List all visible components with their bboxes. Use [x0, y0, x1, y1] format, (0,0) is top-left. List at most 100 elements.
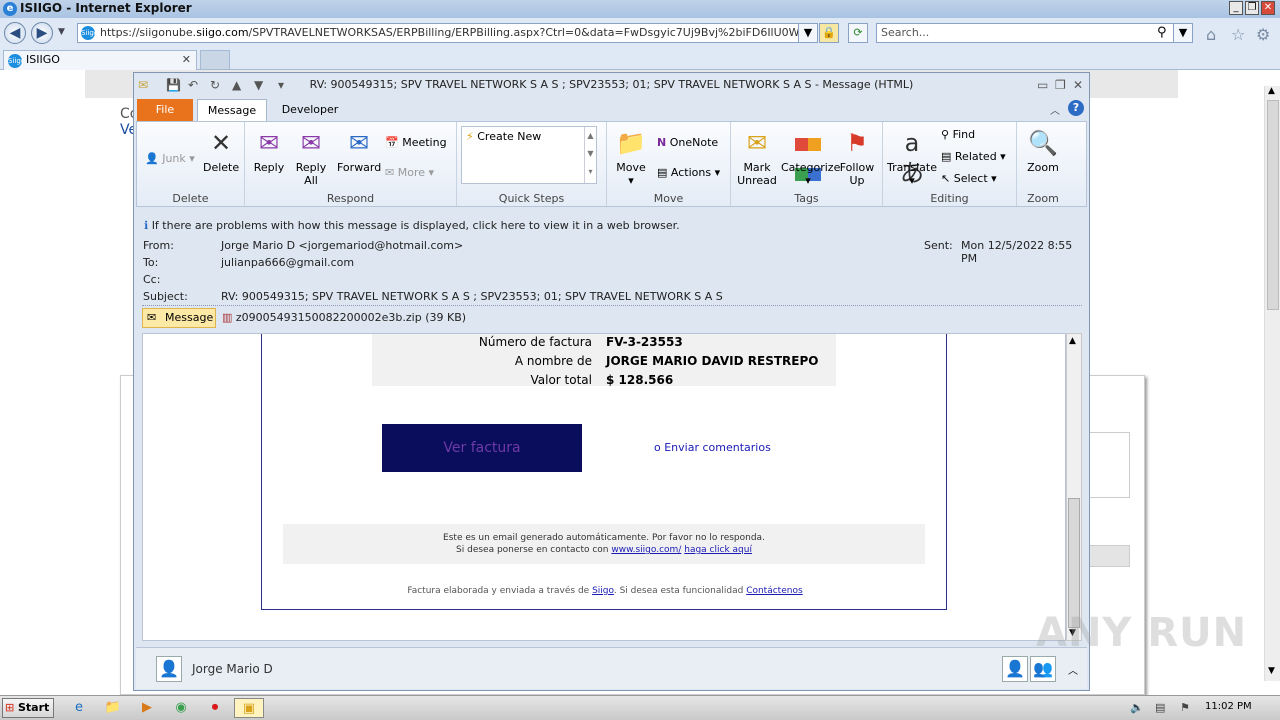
- ie-title-bar: e ISIIGO - Internet Explorer _ ❐ ✕: [0, 0, 1280, 18]
- ie-vertical-scrollbar[interactable]: ▲ ▼: [1264, 86, 1280, 681]
- help-icon[interactable]: ?: [1068, 100, 1084, 116]
- siigo-link[interactable]: Siigo: [592, 586, 614, 596]
- sent-value: Mon 12/5/2022 8:55 PM: [961, 239, 1073, 265]
- favorites-star-icon[interactable]: ☆: [1231, 25, 1245, 44]
- onenote-button[interactable]: N OneNote: [657, 136, 718, 150]
- expand-people-pane-icon[interactable]: ︿: [1068, 662, 1078, 677]
- message-view-button[interactable]: ✉ Message: [142, 308, 216, 328]
- forward-icon: ✉: [348, 129, 370, 157]
- body-scroll-up-icon[interactable]: ▲: [1069, 336, 1076, 346]
- contactenos-link[interactable]: Contáctenos: [746, 586, 802, 596]
- network-icon[interactable]: ▤: [1155, 701, 1165, 714]
- attachment-zip[interactable]: ▥ z09005493150082200002e3b.zip (39 KB): [222, 311, 466, 324]
- tab-isiigo[interactable]: Siigo ISIIGO ✕: [3, 50, 197, 70]
- restore-icon[interactable]: ❐: [1245, 1, 1259, 15]
- minimize-ribbon-icon[interactable]: ︿: [1050, 102, 1060, 117]
- siigo-site-link[interactable]: www.siigo.com/: [611, 545, 681, 555]
- meeting-icon: 📅: [385, 136, 399, 149]
- outlook-taskbar-icon[interactable]: ▣: [234, 698, 264, 718]
- body-scroll-thumb[interactable]: [1068, 498, 1080, 628]
- subject-label: Subject:: [143, 290, 188, 303]
- history-dropdown-icon[interactable]: ▼: [58, 27, 65, 37]
- ie-taskbar-icon[interactable]: e: [64, 698, 94, 718]
- start-button[interactable]: ⊞ Start: [2, 698, 54, 718]
- contact-avatar-icon[interactable]: 👤: [1002, 656, 1028, 682]
- group-editing: aあ Translate ▾ ⚲ Find ▤ Related ▾ ↖ Selec…: [883, 122, 1017, 206]
- back-icon[interactable]: ◀: [4, 22, 26, 44]
- contacts-avatar-icon[interactable]: 👥: [1030, 656, 1056, 682]
- find-button[interactable]: ⚲ Find: [941, 128, 975, 142]
- group-respond-label: Respond: [326, 192, 375, 205]
- lock-icon[interactable]: 🔒: [819, 23, 839, 43]
- ver-factura-button[interactable]: Ver factura: [382, 424, 582, 472]
- move-button[interactable]: 📁 Move ▾: [613, 128, 649, 187]
- action-center-flag-icon[interactable]: ⚑: [1180, 701, 1190, 714]
- group-zoom-label: Zoom: [1027, 192, 1059, 205]
- group-zoom: 🔍 Zoom Zoom: [1017, 122, 1069, 206]
- enviar-comentarios-link[interactable]: o Enviar comentarios: [654, 441, 771, 454]
- search-dropdown-icon[interactable]: ▼: [1173, 23, 1193, 43]
- quick-steps-gallery[interactable]: ⚡ Create New ▲ ▼ ▾: [461, 126, 597, 184]
- page-panel: [1088, 432, 1130, 498]
- media-player-icon[interactable]: ▶: [132, 698, 162, 718]
- ol-close-icon[interactable]: ✕: [1073, 78, 1083, 92]
- tab-file[interactable]: File: [137, 99, 193, 121]
- refresh-icon[interactable]: ⟳: [848, 23, 868, 43]
- related-icon: ▤: [941, 150, 952, 163]
- invoice-summary: Número de factura FV-3-23553 A nombre de…: [372, 334, 836, 387]
- ie-window-title: ISIIGO - Internet Explorer: [20, 1, 192, 15]
- delete-button[interactable]: ✕ Delete: [203, 128, 239, 174]
- ol-restore-icon[interactable]: ❐: [1055, 78, 1066, 92]
- scroll-down-icon[interactable]: ▼: [1268, 666, 1275, 676]
- new-tab-button[interactable]: [200, 50, 230, 70]
- click-here-link[interactable]: haga click aquí: [684, 545, 752, 555]
- forward-button[interactable]: ✉ Forward: [337, 128, 381, 174]
- mark-unread-button[interactable]: ✉ Mark Unread: [735, 128, 779, 187]
- select-button[interactable]: ↖ Select ▾: [941, 172, 997, 186]
- address-dropdown-icon[interactable]: ▼: [798, 23, 818, 43]
- tab-developer[interactable]: Developer: [277, 99, 343, 121]
- message-body-scrollbar[interactable]: ▲ ▼: [1066, 333, 1082, 641]
- tab-message[interactable]: Message: [197, 99, 267, 121]
- junk-button[interactable]: 👤 Junk ▾: [145, 152, 195, 166]
- search-icon[interactable]: ⚲: [1157, 25, 1167, 40]
- close-tab-icon[interactable]: ✕: [182, 51, 191, 69]
- zoom-button[interactable]: 🔍 Zoom: [1023, 128, 1063, 174]
- ol-minimize-icon[interactable]: ▭: [1037, 78, 1048, 92]
- forward-icon[interactable]: ▶: [31, 22, 53, 44]
- minimize-icon[interactable]: _: [1229, 1, 1243, 15]
- create-new-icon: ⚡: [466, 130, 474, 143]
- from-value[interactable]: Jorge Mario D <jorgemariod@hotmail.com>: [221, 239, 463, 252]
- meeting-button[interactable]: 📅 Meeting: [385, 136, 447, 150]
- related-button[interactable]: ▤ Related ▾: [941, 150, 1006, 164]
- invoice-number-label: Número de factura: [478, 335, 592, 349]
- address-input[interactable]: Siigo https://siigonube.siigo.com/SPVTRA…: [77, 23, 815, 43]
- find-icon: ⚲: [941, 128, 950, 141]
- people-pane-name[interactable]: Jorge Mario D: [192, 662, 273, 676]
- opera-icon[interactable]: ⏺: [200, 698, 230, 718]
- follow-up-button[interactable]: ⚑ Follow Up: [837, 128, 877, 187]
- actions-button[interactable]: ▤ Actions ▾: [657, 166, 720, 180]
- explorer-folder-icon[interactable]: 📁: [98, 698, 128, 718]
- close-icon[interactable]: ✕: [1261, 1, 1275, 15]
- taskbar-clock[interactable]: 11:02 PM: [1205, 701, 1252, 712]
- message-header-area: ℹ If there are problems with how this me…: [136, 209, 1087, 317]
- info-bar[interactable]: ℹ If there are problems with how this me…: [144, 219, 680, 232]
- ie-search-input[interactable]: Search...: [876, 23, 1191, 43]
- home-icon[interactable]: ⌂: [1206, 25, 1216, 44]
- volume-icon[interactable]: 🔈: [1130, 701, 1144, 714]
- windows-logo-icon: ⊞: [5, 701, 15, 714]
- reply-all-button[interactable]: ✉ Reply All: [293, 128, 329, 187]
- translate-button[interactable]: aあ Translate ▾: [885, 128, 939, 187]
- tools-gear-icon[interactable]: ⚙: [1256, 25, 1270, 44]
- more-button[interactable]: ✉ More ▾: [385, 166, 434, 180]
- name-value: JORGE MARIO DAVID RESTREPO: [606, 354, 819, 368]
- scroll-up-icon[interactable]: ▲: [1268, 86, 1275, 96]
- scrollbar-thumb[interactable]: [1267, 100, 1279, 310]
- create-new-quickstep[interactable]: ⚡ Create New: [466, 130, 541, 144]
- reply-button[interactable]: ✉ Reply: [251, 128, 287, 174]
- categorize-button[interactable]: Categorize▾: [781, 128, 840, 187]
- to-value[interactable]: julianpa666@gmail.com: [221, 256, 354, 269]
- chrome-icon[interactable]: ◉: [166, 698, 196, 718]
- quick-steps-scroll[interactable]: ▲ ▼ ▾: [584, 127, 596, 183]
